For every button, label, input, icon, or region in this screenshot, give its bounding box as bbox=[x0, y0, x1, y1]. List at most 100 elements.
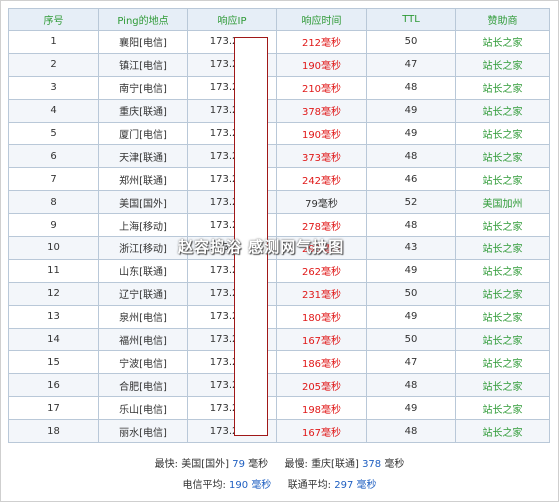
cell-ttl: 48 bbox=[366, 75, 456, 100]
fastest-value: 79 bbox=[232, 459, 245, 470]
cell-ttl: 49 bbox=[366, 98, 456, 123]
table-row: 14 福州[电信] 173.252. 167毫秒 50 站长之家 bbox=[8, 327, 550, 352]
header-ttl: TTL bbox=[366, 8, 456, 31]
table-row: 3 南宁[电信] 173.252. 210毫秒 48 站长之家 bbox=[8, 75, 550, 100]
slowest-value: 378 bbox=[362, 459, 382, 470]
summary-fastest-slowest: 最快: 美国[国外] 79 毫秒 最慢: 重庆[联通] 378 毫秒 bbox=[0, 455, 559, 470]
cell-sponsor: 站长之家 bbox=[455, 304, 550, 329]
table-row: 9 上海[移动] 173.252. 278毫秒 48 站长之家 bbox=[8, 213, 550, 238]
cell-number: 16 bbox=[8, 373, 99, 398]
cell-response-time: 378毫秒 bbox=[276, 98, 367, 123]
cell-ttl: 50 bbox=[366, 327, 456, 352]
table-row: 18 丽水[电信] 173.252. 167毫秒 48 站长之家 bbox=[8, 419, 550, 444]
cell-ttl: 46 bbox=[366, 167, 456, 192]
cell-number: 18 bbox=[8, 419, 99, 444]
cell-location: 镇江[电信] bbox=[98, 52, 188, 77]
table-row: 4 重庆[联通] 173.252. 378毫秒 49 站长之家 bbox=[8, 98, 550, 123]
telecom-avg-label: 电信平均: bbox=[182, 480, 226, 491]
cell-ttl: 49 bbox=[366, 396, 456, 421]
cell-response-time: 278毫秒 bbox=[276, 213, 367, 238]
cell-number: 13 bbox=[8, 304, 99, 329]
unicom-avg-label: 联通平均: bbox=[287, 480, 332, 491]
cell-response-time: 242毫秒 bbox=[276, 167, 367, 192]
cell-number: 8 bbox=[8, 190, 99, 215]
cell-response-time: 190毫秒 bbox=[276, 52, 367, 77]
cell-ttl: 43 bbox=[366, 236, 456, 260]
cell-number: 9 bbox=[8, 213, 99, 238]
table-header-row: 序号 Ping的地点 响应IP 响应时间 TTL 赞助商 bbox=[8, 8, 550, 31]
cell-response-time: 262毫秒 bbox=[276, 258, 367, 283]
cell-response-time: 167毫秒 bbox=[276, 327, 367, 352]
cell-response-time: 212毫秒 bbox=[276, 30, 367, 54]
table-row: 13 泉州[电信] 173.252. 180毫秒 49 站长之家 bbox=[8, 304, 550, 329]
cell-response-time: 186毫秒 bbox=[276, 350, 367, 375]
cell-sponsor: 站长之家 bbox=[455, 75, 550, 100]
cell-location: 上海[移动] bbox=[98, 213, 188, 238]
watermark-text: 赵容捣浴 感测网气挟图 bbox=[178, 238, 345, 256]
cell-location: 宁波[电信] bbox=[98, 350, 188, 375]
cell-location: 山东[联通] bbox=[98, 258, 188, 283]
cell-response-time: 79毫秒 bbox=[276, 190, 367, 215]
cell-ttl: 49 bbox=[366, 304, 456, 329]
cell-sponsor: 美国加州 bbox=[455, 190, 550, 215]
cell-ttl: 48 bbox=[366, 213, 456, 238]
cell-location: 美国[国外] bbox=[98, 190, 188, 215]
cell-sponsor: 站长之家 bbox=[455, 350, 550, 375]
cell-sponsor: 站长之家 bbox=[455, 121, 550, 146]
header-response-time: 响应时间 bbox=[276, 8, 367, 31]
table-row: 11 山东[联通] 173.252. 262毫秒 49 站长之家 bbox=[8, 258, 550, 283]
table-row: 15 宁波[电信] 173.252. 186毫秒 47 站长之家 bbox=[8, 350, 550, 375]
cell-number: 6 bbox=[8, 144, 99, 169]
header-sponsor: 赞助商 bbox=[455, 8, 550, 31]
cell-sponsor: 站长之家 bbox=[455, 236, 550, 260]
cell-response-time: 180毫秒 bbox=[276, 304, 367, 329]
cell-sponsor: 站长之家 bbox=[455, 419, 550, 444]
cell-number: 11 bbox=[8, 258, 99, 283]
cell-ttl: 48 bbox=[366, 144, 456, 169]
cell-sponsor: 站长之家 bbox=[455, 98, 550, 123]
cell-ttl: 49 bbox=[366, 121, 456, 146]
cell-location: 郑州[联通] bbox=[98, 167, 188, 192]
cell-number: 7 bbox=[8, 167, 99, 192]
cell-location: 辽宁[联通] bbox=[98, 281, 188, 306]
cell-location: 福州[电信] bbox=[98, 327, 188, 352]
cell-location: 泉州[电信] bbox=[98, 304, 188, 329]
table-row: 2 镇江[电信] 173.252. 190毫秒 47 站长之家 bbox=[8, 52, 550, 77]
cell-ttl: 48 bbox=[366, 419, 456, 444]
cell-sponsor: 站长之家 bbox=[455, 30, 550, 54]
header-number: 序号 bbox=[8, 8, 99, 31]
cell-location: 天津[联通] bbox=[98, 144, 188, 169]
ping-results-table: 序号 Ping的地点 响应IP 响应时间 TTL 赞助商 1 襄阳[电信] 173.… bbox=[8, 8, 550, 444]
table-row: 16 合肥[电信] 173.252. 205毫秒 48 站长之家 bbox=[8, 373, 550, 398]
cell-response-time: 167毫秒 bbox=[276, 419, 367, 444]
cell-ttl: 50 bbox=[366, 281, 456, 306]
cell-response-time: 231毫秒 bbox=[276, 281, 367, 306]
cell-response-time: 210毫秒 bbox=[276, 75, 367, 100]
cell-response-time: 198毫秒 bbox=[276, 396, 367, 421]
cell-number: 14 bbox=[8, 327, 99, 352]
cell-location: 襄阳[电信] bbox=[98, 30, 188, 54]
header-location: Ping的地点 bbox=[98, 8, 188, 31]
cell-number: 3 bbox=[8, 75, 99, 100]
cell-location: 厦门[电信] bbox=[98, 121, 188, 146]
cell-location: 南宁[电信] bbox=[98, 75, 188, 100]
table-row: 8 美国[国外] 173.252. 79毫秒 52 美国加州 bbox=[8, 190, 550, 215]
table-row: 17 乐山[电信] 173.252. 198毫秒 49 站长之家 bbox=[8, 396, 550, 421]
unicom-avg-unit: 毫秒 bbox=[356, 480, 377, 491]
cell-sponsor: 站长之家 bbox=[455, 327, 550, 352]
cell-number: 5 bbox=[8, 121, 99, 146]
cell-sponsor: 站长之家 bbox=[455, 373, 550, 398]
table-row: 6 天津[联通] 173.252. 373毫秒 48 站长之家 bbox=[8, 144, 550, 169]
cell-sponsor: 站长之家 bbox=[455, 281, 550, 306]
summary-averages: 电信平均: 190 毫秒 联通平均: 297 毫秒 bbox=[0, 476, 559, 491]
cell-number: 17 bbox=[8, 396, 99, 421]
cell-location: 重庆[联通] bbox=[98, 98, 188, 123]
slowest-label: 最慢: bbox=[284, 459, 308, 470]
cell-number: 2 bbox=[8, 52, 99, 77]
cell-location: 丽水[电信] bbox=[98, 419, 188, 444]
cell-ttl: 47 bbox=[366, 52, 456, 77]
cell-response-time: 190毫秒 bbox=[276, 121, 367, 146]
cell-number: 1 bbox=[8, 30, 99, 54]
table-row: 12 辽宁[联通] 173.252. 231毫秒 50 站长之家 bbox=[8, 281, 550, 306]
cell-sponsor: 站长之家 bbox=[455, 144, 550, 169]
